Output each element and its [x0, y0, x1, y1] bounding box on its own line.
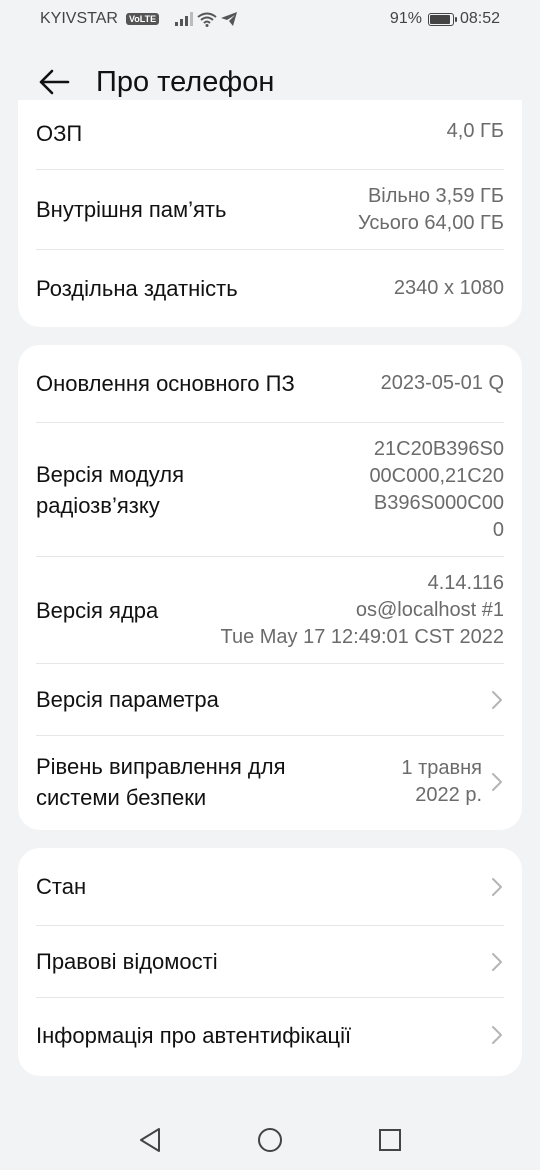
- links-card: Стан Правові відомості Інформація про ав…: [18, 848, 522, 1076]
- baseband-value-line2: 00C000,21C20: [369, 464, 504, 487]
- status-icons: [175, 12, 238, 27]
- param-version-label: Версія параметра: [36, 687, 219, 712]
- baseband-value-line1: 21C20B396S0: [373, 437, 504, 460]
- carrier-name: KYIVSTAR: [40, 10, 118, 27]
- auth-info-label: Інформація про автентифікації: [36, 1022, 352, 1048]
- chevron-right-icon: [490, 952, 504, 972]
- storage-value: Вільно 3,59 ГБ Усього 64,00 ГБ: [358, 183, 504, 237]
- kernel-value-line3: Tue May 17 12:49:01 CST 2022: [220, 625, 504, 648]
- status-bar: KYIVSTAR VoLTE 91% 08:52: [0, 0, 540, 38]
- nav-back-button[interactable]: [130, 1120, 170, 1160]
- security-patch-label-line1: Рівень виправлення для: [36, 754, 286, 779]
- chevron-right-icon: [490, 1025, 504, 1045]
- signal-icon: [175, 12, 194, 26]
- resolution-label: Роздільна здатність: [36, 275, 238, 301]
- status-bar-left: KYIVSTAR VoLTE: [40, 10, 238, 28]
- chevron-right-icon: [490, 877, 504, 897]
- wifi-icon: [197, 12, 217, 27]
- storage-label: Внутрішня пам’ять: [36, 197, 227, 222]
- ram-row: ОЗП 4,0 ГБ: [36, 100, 504, 170]
- security-patch-label: Рівень виправлення для системи безпеки: [36, 751, 286, 813]
- legal-label: Правові відомості: [36, 949, 218, 974]
- resolution-value: 2340 x 1080: [393, 276, 504, 299]
- circle-home-icon: [258, 1128, 282, 1152]
- firmware-row[interactable]: Оновлення основного ПЗ 2023-05-01 Q: [36, 345, 504, 423]
- telegram-icon: [221, 12, 238, 26]
- hardware-info-card: ОЗП 4,0 ГБ Внутрішня пам’ять Вільно 3,59…: [18, 100, 522, 327]
- baseband-label: Версія модуля радіозв’язку: [36, 459, 184, 521]
- nav-home-button[interactable]: [250, 1120, 290, 1160]
- kernel-value-line2: os@localhost #1: [355, 598, 504, 621]
- storage-free: Вільно 3,59 ГБ: [367, 184, 504, 207]
- software-info-card: Оновлення основного ПЗ 2023-05-01 Q Верс…: [18, 345, 522, 830]
- page-title: Про телефон: [96, 65, 275, 98]
- baseband-value-line4: 0: [492, 518, 504, 541]
- square-recents-icon: [379, 1129, 401, 1151]
- param-version-row[interactable]: Версія параметра: [36, 664, 504, 736]
- security-patch-value-wrap: 1 травня 2022 р.: [401, 755, 504, 809]
- baseband-label-line2: радіозв’язку: [36, 492, 160, 518]
- baseband-row: Версія модуля радіозв’язку 21C20B396S0 0…: [36, 423, 504, 557]
- security-patch-value-line2: 2022 р.: [415, 784, 482, 806]
- security-patch-value: 1 травня 2022 р.: [401, 755, 482, 809]
- resolution-row: Роздільна здатність 2340 x 1080: [36, 250, 504, 326]
- triangle-back-icon: [140, 1128, 160, 1152]
- kernel-value: 4.14.116 os@localhost #1 Tue May 17 12:4…: [220, 570, 504, 651]
- arrow-left-icon: [39, 69, 70, 95]
- status-label: Стан: [36, 874, 87, 899]
- storage-total: Усього 64,00 ГБ: [357, 211, 504, 234]
- baseband-label-line1: Версія модуля: [36, 461, 185, 487]
- nav-recents-button[interactable]: [370, 1120, 410, 1160]
- chevron-right-icon: [490, 772, 504, 792]
- firmware-value: 2023-05-01 Q: [380, 372, 504, 394]
- system-nav-bar: [0, 1105, 540, 1170]
- kernel-value-line1: 4.14.116: [427, 571, 504, 594]
- clock: 08:52: [459, 10, 500, 27]
- baseband-value: 21C20B396S0 00C000,21C20 B396S000C00 0: [369, 436, 504, 544]
- firmware-label: Оновлення основного ПЗ: [36, 371, 295, 396]
- ram-label: ОЗП: [36, 121, 83, 146]
- kernel-row: Версія ядра 4.14.116 os@localhost #1 Tue…: [36, 557, 504, 664]
- kernel-label: Версія ядра: [36, 597, 159, 623]
- battery-icon: [427, 12, 457, 26]
- security-patch-label-line2: системи безпеки: [36, 785, 207, 810]
- security-patch-row[interactable]: Рівень виправлення для системи безпеки 1…: [36, 736, 504, 828]
- auth-info-row[interactable]: Інформація про автентифікації: [36, 998, 504, 1072]
- legal-row[interactable]: Правові відомості: [36, 926, 504, 998]
- security-patch-value-line1: 1 травня: [401, 757, 482, 779]
- status-bar-right: 91% 08:52: [390, 10, 500, 28]
- ram-value: 4,0 ГБ: [446, 120, 504, 142]
- battery-percent: 91%: [389, 10, 422, 27]
- baseband-value-line3: B396S000C00: [373, 491, 504, 514]
- storage-row: Внутрішня пам’ять Вільно 3,59 ГБ Усього …: [36, 170, 504, 250]
- chevron-right-icon: [490, 690, 504, 710]
- battery-fill: [429, 14, 450, 24]
- volte-badge: VoLTE: [125, 13, 160, 25]
- status-row[interactable]: Стан: [36, 848, 504, 926]
